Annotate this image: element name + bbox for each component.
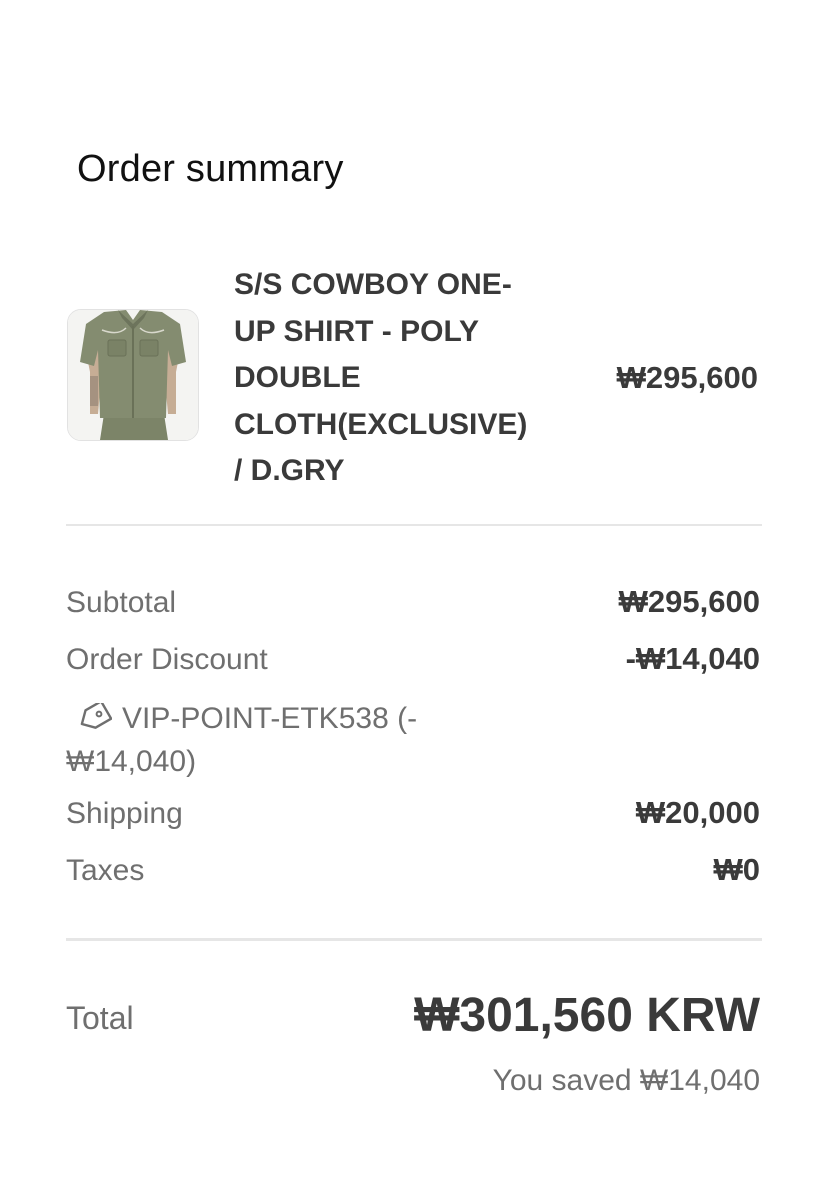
discount-code-text: VIP-POINT-ETK538 (-: [122, 702, 418, 735]
tag-icon: [80, 703, 112, 729]
total-value: ₩301,560 KRW: [414, 989, 760, 1042]
divider: [66, 938, 762, 941]
product-thumbnail[interactable]: [67, 309, 199, 441]
order-discount-value: -₩14,040: [625, 641, 760, 676]
product-name-line: UP SHIRT - POLY: [234, 314, 480, 348]
subtotal-value: ₩295,600: [618, 584, 760, 619]
discount-code-amount: ₩14,040): [66, 745, 197, 778]
savings-text: You saved ₩14,040: [492, 1064, 760, 1097]
product-name-line: DOUBLE: [234, 361, 361, 394]
product-price: ₩295,600: [616, 360, 758, 395]
discount-code: VIP-POINT-ETK538 (- ₩14,040): [66, 697, 486, 783]
product-name-line: / D.GRY: [234, 454, 345, 487]
divider: [66, 524, 762, 526]
shipping-value: ₩20,000: [635, 795, 760, 830]
total-label: Total: [66, 1000, 134, 1036]
order-discount-label: Order Discount: [66, 643, 268, 676]
order-summary-title: Order summary: [77, 148, 344, 190]
product-name-line: S/S COWBOY ONE-: [234, 268, 512, 301]
product-name-line: CLOTH(EXCLUSIVE): [234, 407, 528, 441]
taxes-label: Taxes: [66, 854, 145, 887]
shipping-label: Shipping: [66, 797, 183, 830]
taxes-value: ₩0: [713, 852, 761, 887]
subtotal-label: Subtotal: [66, 586, 177, 619]
product-name[interactable]: S/S COWBOY ONE- UP SHIRT - POLY DOUBLE C…: [234, 262, 574, 495]
shirt-product-image: [68, 310, 198, 440]
